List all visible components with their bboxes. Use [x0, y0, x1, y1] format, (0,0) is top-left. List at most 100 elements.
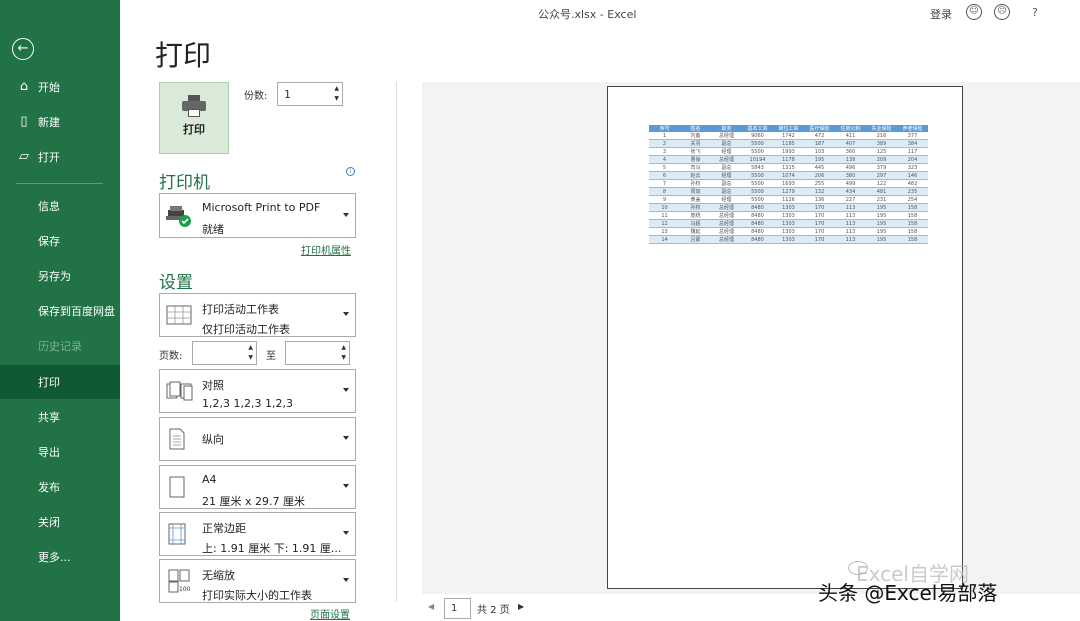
preview-page: 序号 姓名 职务 基本工资 岗位工资 医疗保险 住房公积 失业保险 养老保险 1 刘备 总经理 906… [607, 86, 963, 589]
sheet-cell: 187 [804, 139, 835, 148]
sheet-cell: 170 [804, 211, 835, 220]
sheet-cell: 12 [649, 219, 680, 228]
sheet-cell: 1303 [773, 235, 804, 244]
sheet-cell: 副总 [711, 187, 742, 196]
sidebar-item-label: 开始 [38, 81, 60, 94]
paper-size-icon [169, 476, 185, 498]
sheet-cell: 8480 [742, 203, 773, 212]
sheet-cell: 384 [897, 139, 928, 148]
printer-ready-icon [166, 205, 191, 227]
sheet-cell: 10 [649, 203, 680, 212]
print-scope-label: 打印活动工作表 [202, 303, 279, 316]
sheet-cell: 总经理 [711, 132, 742, 140]
scaling-dropdown[interactable]: 100 无缩放 打印实际大小的工作表 [159, 559, 356, 603]
new-file-icon: ▯ [20, 114, 28, 129]
frown-feedback-icon[interactable]: ☹ [994, 4, 1010, 20]
copies-stepper[interactable]: 1 ▲ ▼ [277, 82, 343, 106]
sidebar-item-save-to-baidu[interactable]: 保存到百度网盘 [0, 294, 120, 328]
sidebar-item-save[interactable]: 保存 [0, 224, 120, 258]
chevron-down-icon [343, 436, 349, 440]
sidebar-item-open[interactable]: ▱ 打开 [0, 140, 120, 174]
sheet-cell: 360 [835, 147, 866, 156]
sheet-cell: 1 [649, 132, 680, 140]
login-link[interactable]: 登录 [930, 6, 952, 22]
back-arrow-icon[interactable]: ← [12, 38, 34, 60]
sheet-cell: 132 [804, 187, 835, 196]
info-icon[interactable]: i [346, 167, 355, 176]
page-title: 打印 [155, 39, 212, 72]
sheet-cell: 1693 [773, 179, 804, 188]
margins-dropdown[interactable]: 正常边距 上: 1.91 厘米 下: 1.91 厘... [159, 512, 356, 556]
sheet-cell: 389 [866, 139, 897, 148]
sheet-cell: 吕蒙 [680, 235, 711, 244]
sheet-row: 9 黄盖 经理 5500 1126 136 227 231 254 [649, 195, 928, 204]
sheet-row: 1 刘备 总经理 9060 1742 472 411 216 377 [649, 132, 928, 140]
sidebar-item-close[interactable]: 关闭 [0, 505, 120, 539]
stepper-arrows-icon[interactable]: ▲ ▼ [341, 343, 346, 363]
smile-feedback-icon[interactable]: ☺ [966, 4, 982, 20]
sheet-cell: 总经理 [711, 155, 742, 164]
sheet-cell: 377 [897, 132, 928, 140]
sheet-cell: 黄盖 [680, 195, 711, 204]
sheet-cell: 张飞 [680, 147, 711, 156]
sidebar-item-print[interactable]: 打印 [0, 365, 120, 399]
previous-page-icon[interactable]: ◀ [428, 602, 434, 611]
sheet-cell: 407 [835, 139, 866, 148]
page-setup-link[interactable]: 页面设置 [310, 606, 350, 621]
sheet-cell: 5500 [742, 147, 773, 156]
help-icon[interactable]: ? [1032, 6, 1038, 19]
sheet-cell: 117 [897, 147, 928, 156]
sheet-cell: 170 [804, 203, 835, 212]
sheet-row: 3 张飞 经理 5500 1993 103 360 125 117 [649, 147, 928, 156]
orientation-label: 纵向 [202, 433, 224, 446]
sheet-header-cell: 序号 [649, 125, 680, 132]
sheet-cell: 122 [866, 179, 897, 188]
printer-dropdown[interactable]: Microsoft Print to PDF 就绪 [159, 193, 356, 238]
next-page-icon[interactable]: ▶ [518, 602, 524, 611]
sidebar-divider [16, 183, 103, 184]
printer-icon [182, 95, 206, 117]
sheet-cell: 5500 [742, 195, 773, 204]
sidebar-item-share[interactable]: 共享 [0, 400, 120, 434]
sidebar-item-info[interactable]: 信息 [0, 189, 120, 223]
sheet-cell: 170 [804, 227, 835, 236]
stepper-arrows-icon[interactable]: ▲ ▼ [248, 343, 253, 363]
current-page-input[interactable]: 1 [444, 598, 471, 619]
paper-size-dropdown[interactable]: A4 21 厘米 x 29.7 厘米 [159, 465, 356, 509]
print-button[interactable]: 打印 [159, 82, 229, 154]
sidebar-item-home[interactable]: ⌂ 开始 [0, 70, 120, 104]
stepper-arrows-icon[interactable]: ▲ ▼ [334, 84, 339, 104]
sidebar-item-save-as[interactable]: 另存为 [0, 259, 120, 293]
sheet-cell: 魏延 [680, 227, 711, 236]
print-scope-dropdown[interactable]: 打印活动工作表 仅打印活动工作表 [159, 293, 356, 337]
sheet-header-cell: 基本工资 [742, 125, 773, 132]
sheet-cell: 227 [835, 195, 866, 204]
sidebar-item-new[interactable]: ▯ 新建 [0, 105, 120, 139]
folder-open-icon: ▱ [19, 149, 29, 164]
sheet-cell: 481 [866, 187, 897, 196]
sidebar-item-publish[interactable]: 发布 [0, 470, 120, 504]
pages-from-stepper[interactable]: ▲ ▼ [192, 341, 257, 365]
sidebar-item-more[interactable]: 更多... [0, 540, 120, 574]
sheet-cell: 1303 [773, 219, 804, 228]
sheet-cell: 125 [866, 147, 897, 156]
sheet-cell: 297 [866, 171, 897, 180]
sheet-cell: 195 [866, 219, 897, 228]
orientation-dropdown[interactable]: 纵向 [159, 417, 356, 461]
sidebar-item-export[interactable]: 导出 [0, 435, 120, 469]
sheet-cell: 1074 [773, 171, 804, 180]
sheet-cell: 马超 [680, 219, 711, 228]
sheet-cell: 总经理 [711, 235, 742, 244]
sheet-cell: 周瑜 [680, 187, 711, 196]
sheet-cell: 380 [835, 171, 866, 180]
worksheet-icon [166, 305, 192, 325]
printer-properties-link[interactable]: 打印机属性 [301, 242, 351, 257]
pages-to-stepper[interactable]: ▲ ▼ [285, 341, 350, 365]
chevron-down-icon [343, 484, 349, 488]
print-button-label: 打印 [183, 123, 205, 136]
sheet-cell: 216 [866, 132, 897, 140]
sheet-cell: 158 [897, 227, 928, 236]
collate-dropdown[interactable]: 对照 1,2,3 1,2,3 1,2,3 [159, 369, 356, 413]
sheet-cell: 2 [649, 139, 680, 148]
sheet-row: 2 关羽 副总 5500 1185 187 407 389 384 [649, 139, 928, 148]
